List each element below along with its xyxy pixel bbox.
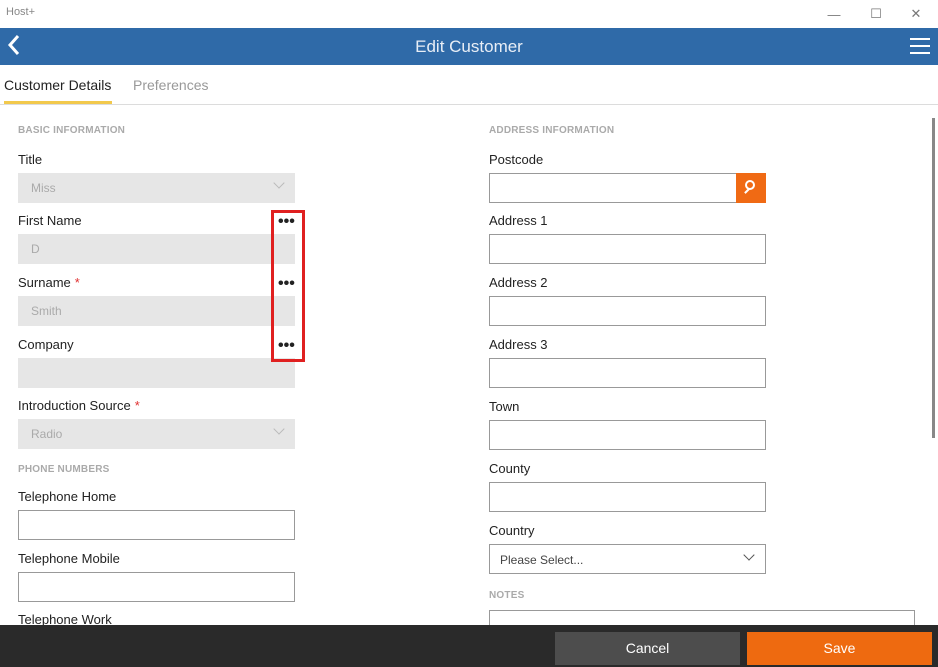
company-field[interactable] bbox=[18, 358, 295, 388]
chevron-down-icon bbox=[273, 177, 285, 189]
postcode-search-button[interactable] bbox=[736, 173, 766, 203]
basic-information-heading: BASIC INFORMATION bbox=[18, 125, 126, 136]
tab-customer-details[interactable]: Customer Details bbox=[4, 77, 111, 93]
scrollbar[interactable] bbox=[932, 118, 935, 438]
menu-button[interactable] bbox=[910, 38, 930, 54]
introduction-source-label-text: Introduction Source bbox=[18, 398, 131, 413]
required-mark: * bbox=[134, 398, 140, 413]
notes-heading: NOTES bbox=[489, 590, 525, 601]
postcode-label: Postcode bbox=[489, 152, 544, 167]
required-mark: * bbox=[74, 275, 80, 290]
highlight-box bbox=[271, 210, 305, 362]
telephone-mobile-label: Telephone Mobile bbox=[18, 551, 120, 566]
telephone-mobile-input[interactable] bbox=[18, 572, 295, 602]
title-value: Miss bbox=[31, 181, 56, 195]
app-header: Edit Customer bbox=[0, 28, 938, 65]
minimize-button[interactable]: — bbox=[816, 0, 852, 28]
active-tab-indicator bbox=[4, 101, 112, 104]
close-window-button[interactable]: ✕ bbox=[898, 0, 934, 28]
town-input[interactable] bbox=[489, 420, 766, 450]
telephone-home-label: Telephone Home bbox=[18, 489, 117, 504]
company-label: Company bbox=[18, 337, 74, 352]
country-label: Country bbox=[489, 523, 535, 538]
address-information-heading: ADDRESS INFORMATION bbox=[489, 125, 615, 136]
address-3-input[interactable] bbox=[489, 358, 766, 388]
maximize-button[interactable]: ☐ bbox=[858, 0, 894, 28]
county-input[interactable] bbox=[489, 482, 766, 512]
window-titlebar: Host+ — ☐ ✕ bbox=[0, 0, 938, 28]
first-name-field[interactable]: D bbox=[18, 234, 295, 264]
town-label: Town bbox=[489, 399, 520, 414]
introduction-source-select[interactable]: Radio bbox=[18, 419, 295, 449]
postcode-input[interactable] bbox=[489, 173, 737, 203]
app-name: Host+ bbox=[6, 6, 36, 18]
introduction-source-label: Introduction Source * bbox=[18, 398, 140, 413]
chevron-down-icon bbox=[743, 549, 755, 561]
surname-field[interactable]: Smith bbox=[18, 296, 295, 326]
surname-label-text: Surname bbox=[18, 275, 71, 290]
title-select[interactable]: Miss bbox=[18, 173, 295, 203]
chevron-down-icon bbox=[273, 423, 285, 435]
phone-numbers-heading: PHONE NUMBERS bbox=[18, 464, 110, 475]
country-value: Please Select... bbox=[500, 553, 584, 567]
address-2-label: Address 2 bbox=[489, 275, 548, 290]
page-title: Edit Customer bbox=[415, 37, 523, 56]
telephone-home-input[interactable] bbox=[18, 510, 295, 540]
tab-preferences[interactable]: Preferences bbox=[133, 77, 208, 93]
county-label: County bbox=[489, 461, 531, 476]
first-name-value: D bbox=[31, 242, 40, 256]
address-1-input[interactable] bbox=[489, 234, 766, 264]
address-2-input[interactable] bbox=[489, 296, 766, 326]
address-3-label: Address 3 bbox=[489, 337, 548, 352]
country-select[interactable]: Please Select... bbox=[489, 544, 766, 574]
first-name-label: First Name bbox=[18, 213, 82, 228]
surname-label: Surname * bbox=[18, 275, 80, 290]
save-button[interactable]: Save bbox=[747, 632, 932, 665]
cancel-button[interactable]: Cancel bbox=[555, 632, 740, 665]
address-1-label: Address 1 bbox=[489, 213, 548, 228]
surname-value: Smith bbox=[31, 304, 62, 318]
tab-bar: Customer Details Preferences bbox=[0, 65, 938, 105]
hamburger-icon bbox=[910, 38, 930, 54]
introduction-source-value: Radio bbox=[31, 427, 63, 441]
title-label: Title bbox=[18, 152, 43, 167]
